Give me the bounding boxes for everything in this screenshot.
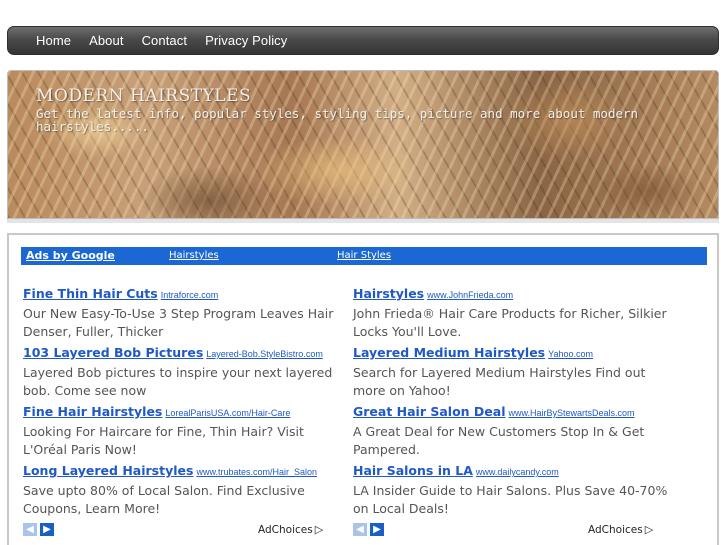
site-tagline: Get the latest info, popular styles, sty… [36, 106, 639, 134]
ad-title-link[interactable]: Layered Medium Hairstyles [353, 345, 545, 360]
adchoices-triangle-icon: ▷ [644, 523, 654, 536]
ad-title-link[interactable]: Fine Thin Hair Cuts [23, 286, 158, 301]
top-navigation-bar: Home About Contact Privacy Policy [7, 26, 719, 55]
ad-url-link[interactable]: www.dailycandy.com [476, 467, 559, 477]
ad-item: Fine Thin Hair Cuts Intraforce.com Our Ne… [23, 285, 343, 344]
ad-url-link[interactable]: Yahoo.com [548, 349, 593, 359]
chevron-right-icon[interactable]: ▶ [370, 523, 384, 536]
banner-divider [7, 219, 719, 223]
chevron-left-icon[interactable]: ◀ [353, 523, 367, 536]
ad-url-link[interactable]: Layered-Bob.StyleBistro.com [206, 349, 323, 359]
ad-description: Save upto 80% of Local Salon. Find Exclu… [23, 483, 305, 516]
ad-content-box: Ads by Google Hairstyles Hair Styles Fin… [7, 233, 719, 545]
chevron-right-icon[interactable]: ▶ [40, 523, 54, 536]
ad-url-link[interactable]: www.HairByStewartsDeals.com [509, 408, 635, 418]
nav-privacy-policy-link[interactable]: Privacy Policy [205, 33, 287, 48]
ads-column-left: Fine Thin Hair Cuts Intraforce.com Our Ne… [23, 285, 343, 521]
chevron-left-icon[interactable]: ◀ [23, 523, 37, 536]
hair-styles-link[interactable]: Hair Styles [337, 250, 391, 261]
ad-pager-right: ◀ ▶ [353, 523, 384, 536]
site-title[interactable]: MODERN HAIRSTYLES [36, 86, 251, 106]
nav-contact-link[interactable]: Contact [142, 33, 188, 48]
ad-description: Looking For Haircare for Fine, Thin Hair… [23, 424, 304, 457]
adchoices-link[interactable]: AdChoices ▷ [258, 523, 323, 536]
ad-item: Great Hair Salon Deal www.HairByStewartsD… [353, 403, 673, 462]
ad-title-link[interactable]: Hair Salons in LA [353, 463, 473, 478]
ad-description: Search for Layered Medium Hairstyles Fin… [353, 365, 646, 398]
adchoices-label: AdChoices [588, 524, 643, 536]
ad-item: Hairstyles www.JohnFrieda.com John Frieda… [353, 285, 673, 344]
ad-item: Hair Salons in LA www.dailycandy.com LA I… [353, 462, 673, 521]
nav-home-link[interactable]: Home [36, 33, 71, 48]
ad-url-link[interactable]: www.trubates.com/Hair_Salon [196, 467, 317, 477]
ads-bar: Ads by Google Hairstyles Hair Styles [21, 247, 707, 265]
ad-title-link[interactable]: Fine Hair Hairstyles [23, 404, 162, 419]
ads-column-right: Hairstyles www.JohnFrieda.com John Frieda… [353, 285, 673, 521]
ad-pager-left: ◀ ▶ [23, 523, 54, 536]
ad-item: 103 Layered Bob Pictures Layered-Bob.Styl… [23, 344, 343, 403]
ad-item: Layered Medium Hairstyles Yahoo.com Searc… [353, 344, 673, 403]
ad-title-link[interactable]: Great Hair Salon Deal [353, 404, 506, 419]
ad-title-link[interactable]: Long Layered Hairstyles [23, 463, 193, 478]
ads-by-google-link[interactable]: Ads by Google [26, 249, 115, 262]
adchoices-link[interactable]: AdChoices ▷ [588, 523, 653, 536]
adchoices-label: AdChoices [258, 524, 313, 536]
ad-title-link[interactable]: Hairstyles [353, 286, 424, 301]
ad-description: LA Insider Guide to Hair Salons. Plus Sa… [353, 483, 668, 516]
ad-url-link[interactable]: www.JohnFrieda.com [427, 290, 513, 300]
hairstyles-link[interactable]: Hairstyles [169, 250, 219, 261]
ad-description: John Frieda® Hair Care Products for Rich… [353, 306, 667, 339]
nav-about-link[interactable]: About [89, 33, 123, 48]
ad-item: Long Layered Hairstyles www.trubates.com/… [23, 462, 343, 521]
ad-title-link[interactable]: 103 Layered Bob Pictures [23, 345, 203, 360]
ad-url-link[interactable]: LorealParisUSA.com/Hair-Care [165, 408, 290, 418]
ad-url-link[interactable]: Intraforce.com [161, 290, 219, 300]
ad-description: Our New Easy-To-Use 3 Step Program Leave… [23, 306, 334, 339]
ad-description: A Great Deal for New Customers Stop In &… [353, 424, 645, 457]
adchoices-triangle-icon: ▷ [314, 523, 324, 536]
ad-item: Fine Hair Hairstyles LorealParisUSA.com/H… [23, 403, 343, 462]
header-banner: MODERN HAIRSTYLES Get the latest info, p… [7, 70, 719, 219]
ad-description: Layered Bob pictures to inspire your nex… [23, 365, 333, 398]
